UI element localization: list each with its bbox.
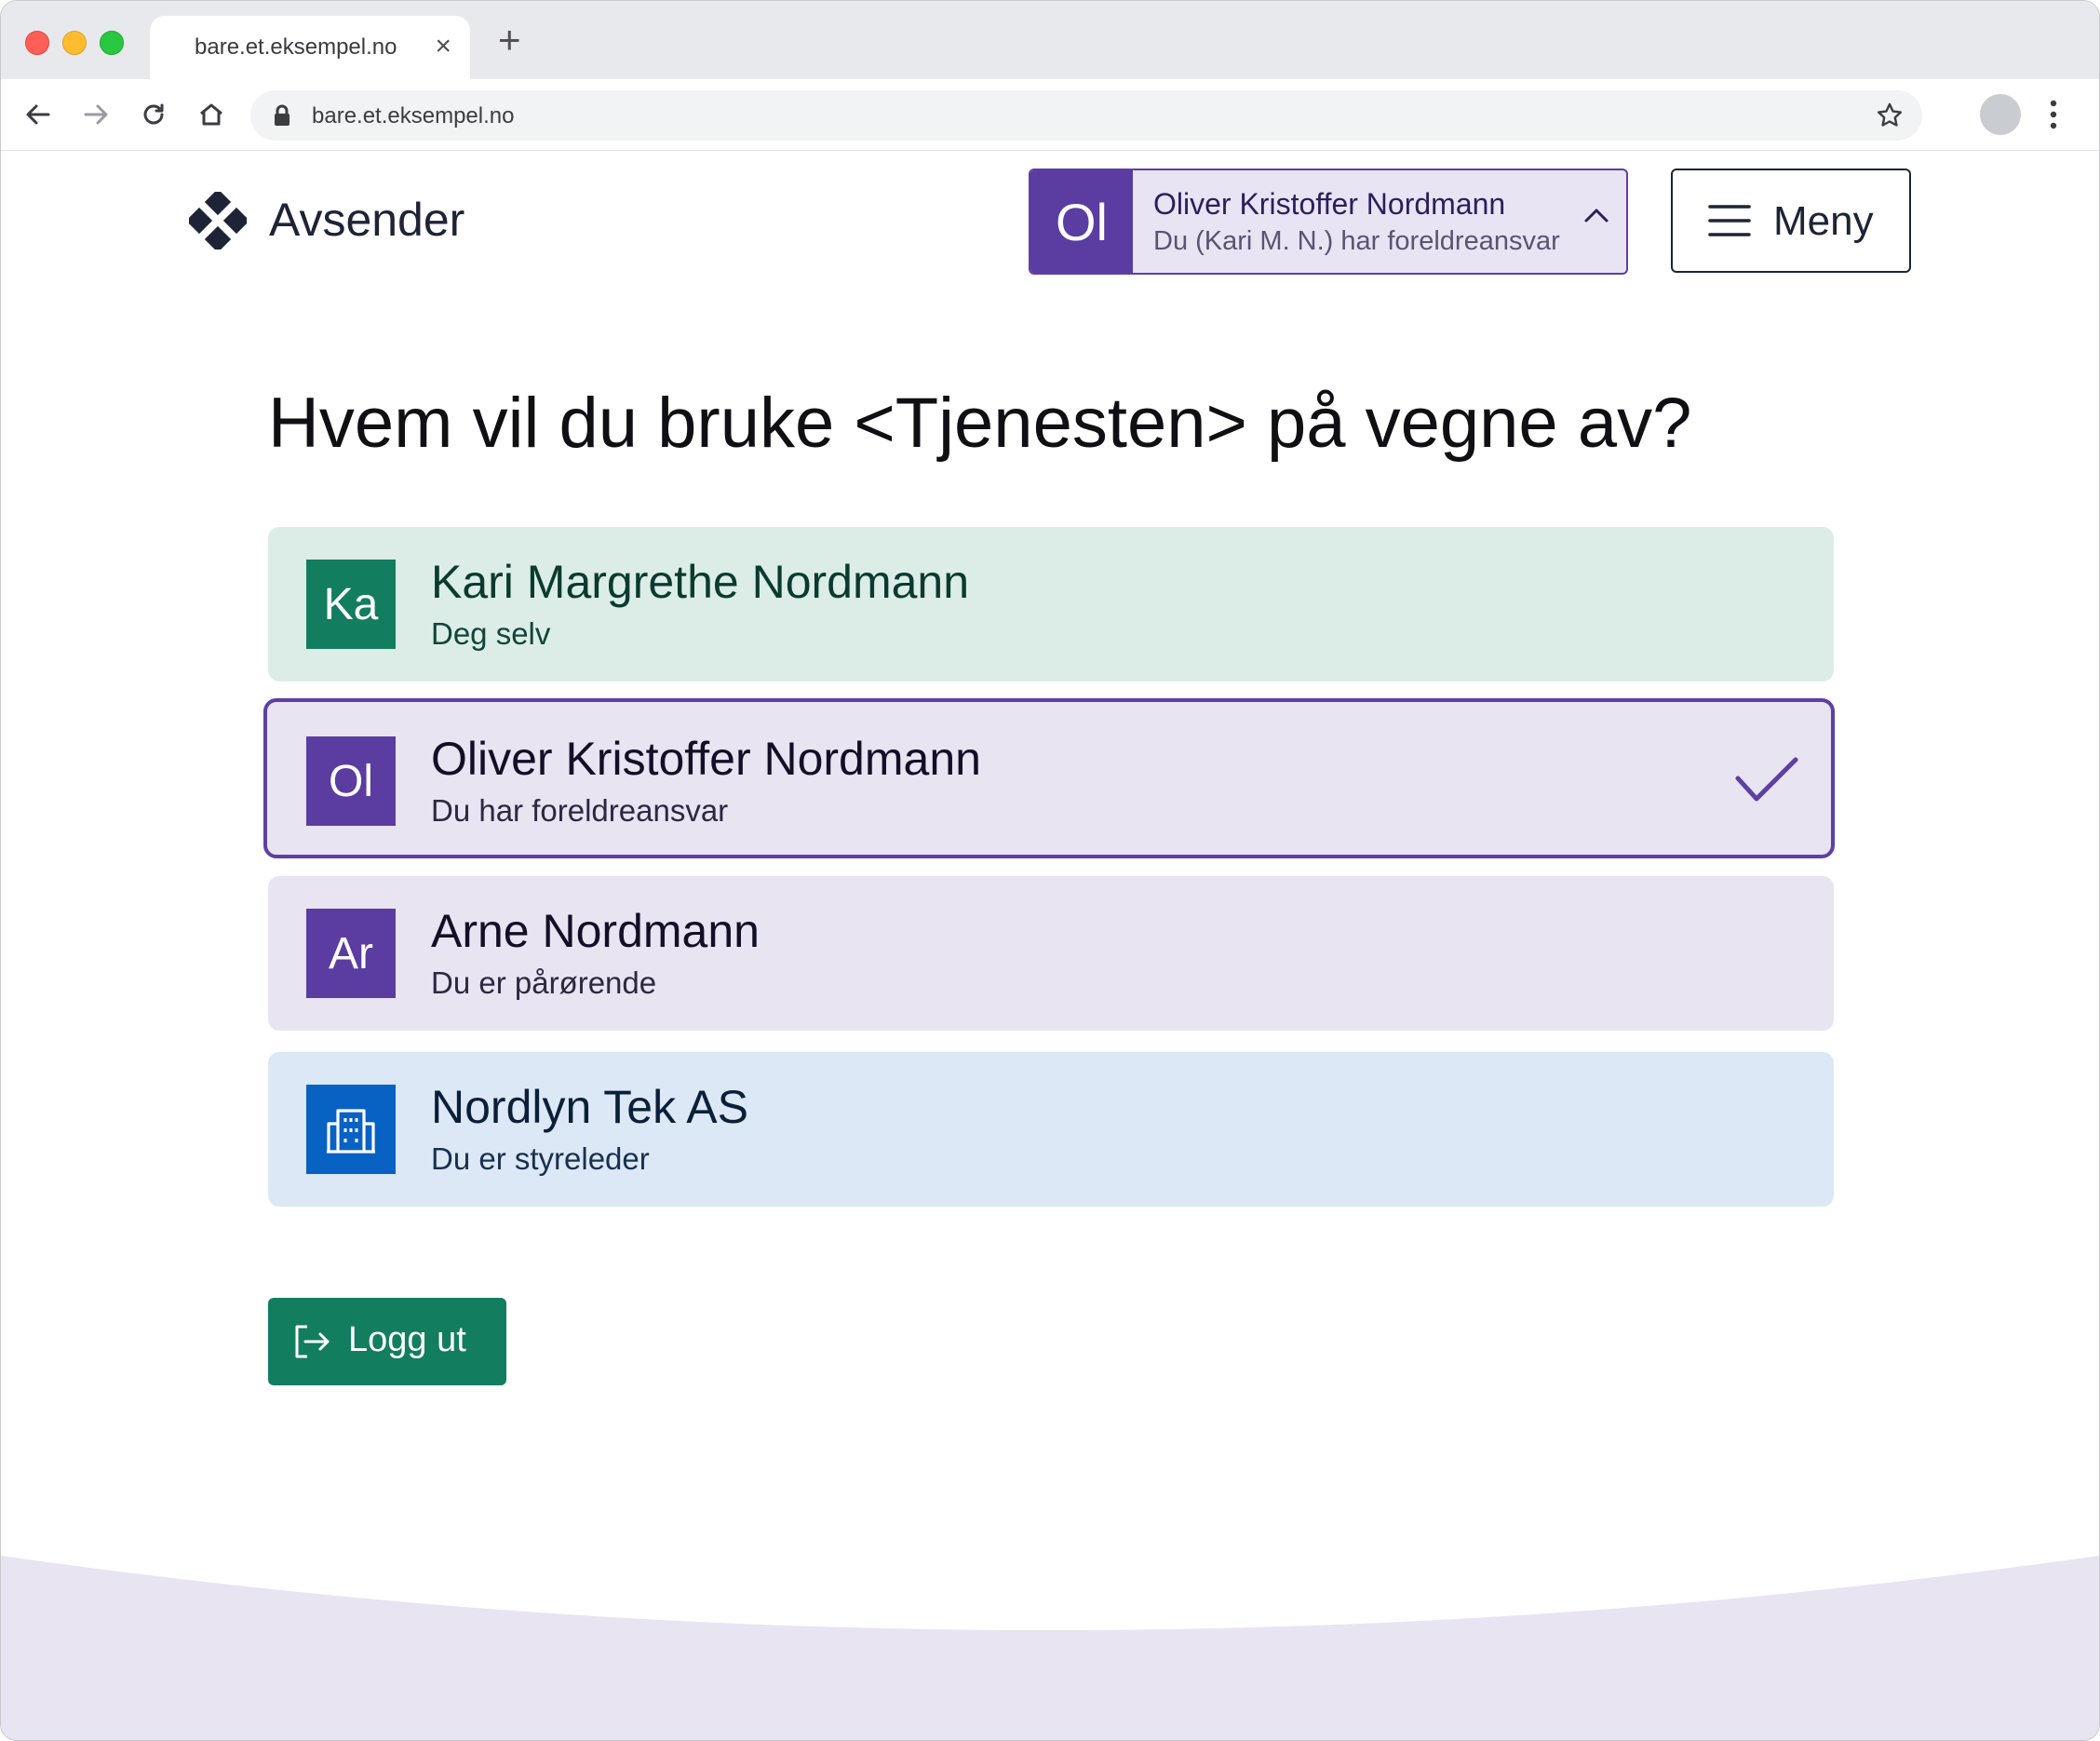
brand-name: Avsender — [269, 194, 465, 246]
minimize-window-button[interactable] — [62, 31, 87, 55]
option-name: Arne Nordmann — [431, 905, 760, 957]
avsender-logo-icon — [185, 188, 250, 254]
option-avatar: Ka — [306, 560, 396, 649]
option-arne[interactable]: Ar Arne Nordmann Du er pårørende — [268, 876, 1834, 1031]
option-name: Oliver Kristoffer Nordmann — [431, 733, 981, 785]
lock-icon — [273, 103, 291, 132]
reload-icon[interactable] — [135, 96, 172, 133]
option-subtitle: Du har foreldreansvar — [431, 793, 729, 828]
tab-close-icon[interactable]: × — [435, 33, 451, 61]
tab-title: bare.et.eksempel.no — [195, 34, 397, 60]
close-window-button[interactable] — [25, 31, 49, 55]
more-options-icon[interactable] — [2049, 96, 2058, 138]
tab-strip: bare.et.eksempel.no × + — [1, 1, 2099, 79]
browser-tab[interactable]: bare.et.eksempel.no × — [150, 16, 470, 79]
logout-label: Logg ut — [348, 1320, 466, 1359]
option-subtitle: Du er styreleder — [431, 1141, 650, 1176]
browser-window: bare.et.eksempel.no × + bare.et.eksempel… — [0, 0, 2100, 1741]
option-subtitle: Deg selv — [431, 616, 551, 651]
checkmark-icon — [1734, 756, 1799, 809]
new-tab-button[interactable]: + — [498, 20, 521, 60]
menu-button[interactable]: Meny — [1671, 169, 1911, 273]
page-heading: Hvem vil du bruke <Tjenesten> på vegne a… — [268, 384, 1692, 463]
profile-avatar[interactable] — [1980, 94, 2021, 135]
account-name: Oliver Kristoffer Nordmann — [1153, 187, 1506, 221]
menu-label: Meny — [1773, 198, 1874, 244]
maximize-window-button[interactable] — [100, 31, 124, 55]
account-avatar: Ol — [1030, 170, 1133, 273]
option-kari[interactable]: Ka Kari Margrethe Nordmann Deg selv — [268, 527, 1834, 682]
back-arrow-icon[interactable] — [20, 96, 57, 133]
option-name: Nordlyn Tek AS — [431, 1081, 748, 1133]
option-avatar: Ar — [306, 909, 396, 998]
chevron-up-icon — [1583, 206, 1609, 229]
option-avatar: Ol — [306, 736, 396, 826]
option-oliver[interactable]: Ol Oliver Kristoffer Nordmann Du har for… — [263, 698, 1835, 858]
footer-wave-decoration — [1, 1556, 2099, 1740]
option-nordlyn[interactable]: Nordlyn Tek AS Du er styreleder — [268, 1052, 1834, 1207]
building-icon — [306, 1085, 396, 1174]
account-switcher[interactable]: Ol Oliver Kristoffer Nordmann Du (Kari M… — [1029, 169, 1628, 275]
logout-button[interactable]: Logg ut — [268, 1298, 506, 1385]
browser-toolbar: bare.et.eksempel.no — [1, 79, 2099, 151]
bookmark-star-icon[interactable] — [1876, 101, 1904, 134]
home-icon[interactable] — [193, 96, 230, 133]
logout-icon — [294, 1324, 331, 1364]
option-subtitle: Du er pårørende — [431, 965, 657, 1000]
hamburger-icon — [1708, 204, 1751, 242]
account-subtitle: Du (Kari M. N.) har foreldreansvar — [1153, 226, 1560, 256]
address-bar[interactable]: bare.et.eksempel.no — [250, 90, 1922, 141]
option-name: Kari Margrethe Nordmann — [431, 556, 970, 608]
address-url: bare.et.eksempel.no — [312, 103, 515, 128]
forward-arrow-icon[interactable] — [77, 96, 114, 133]
